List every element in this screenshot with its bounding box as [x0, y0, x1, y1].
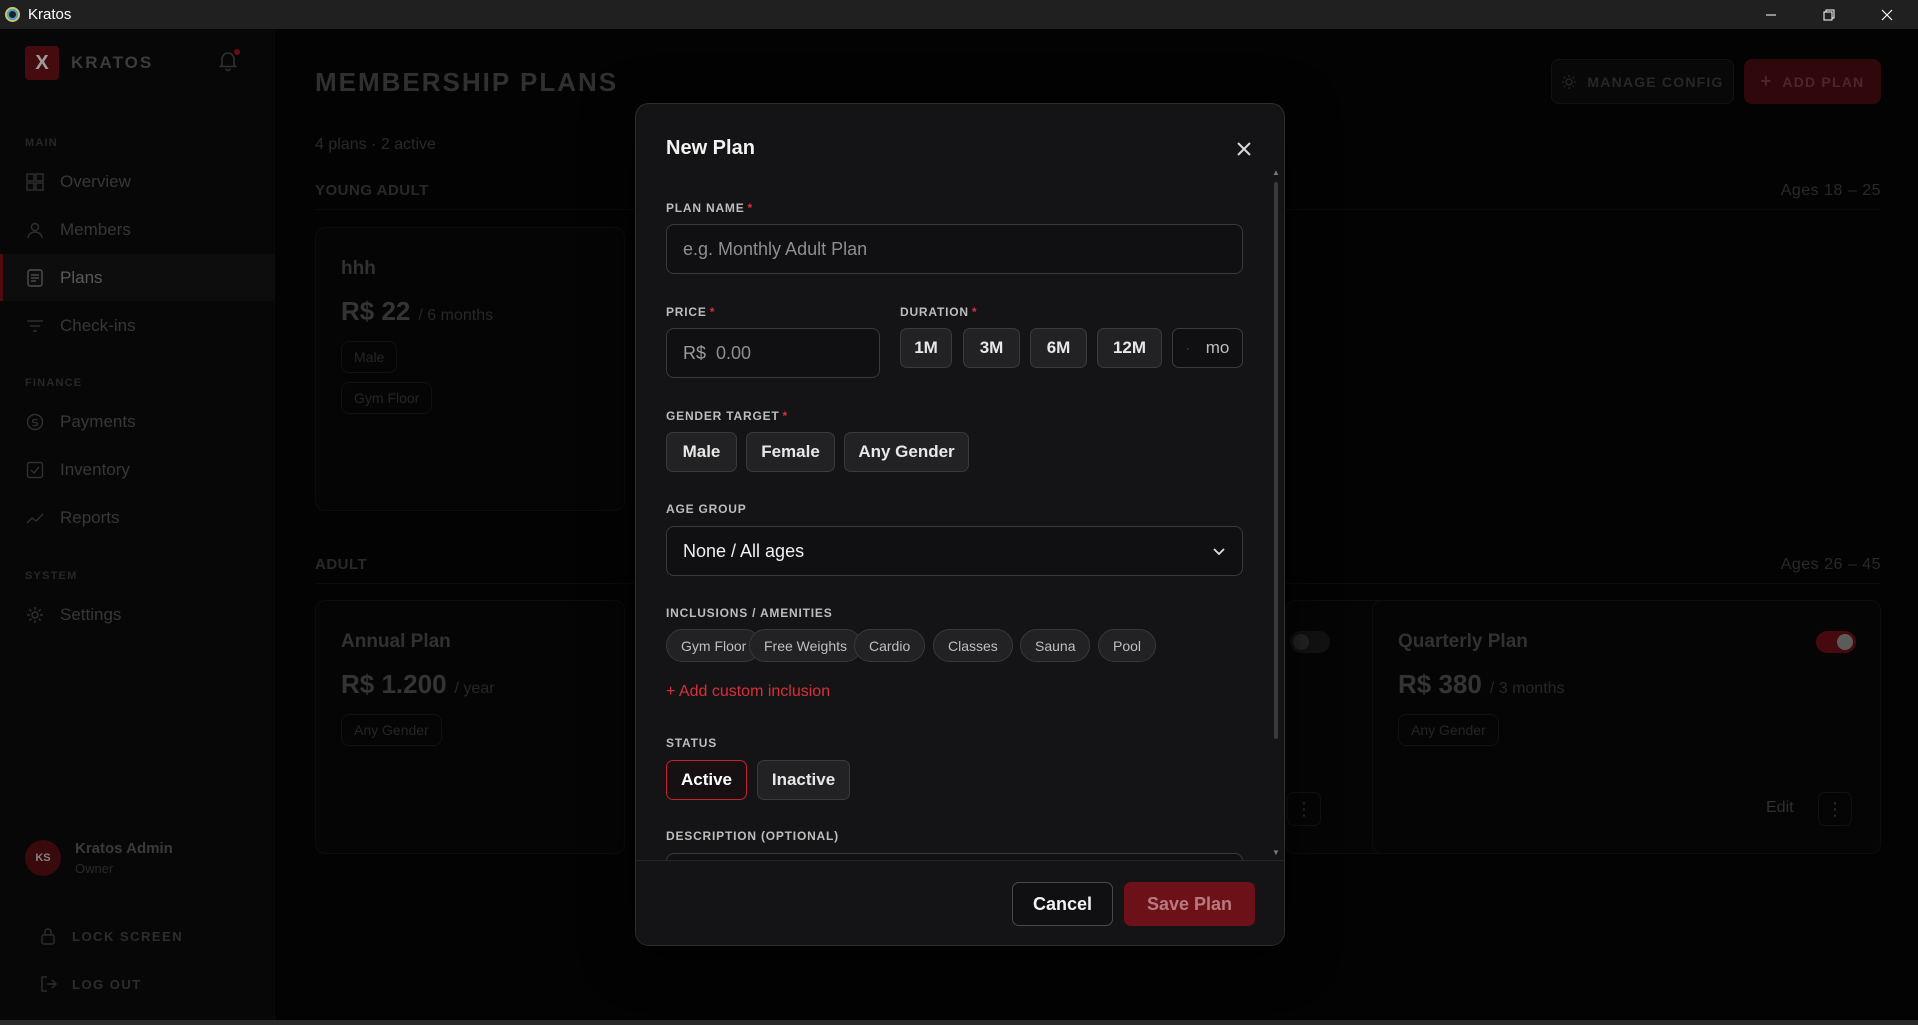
age-group-value: None / All ages	[683, 540, 805, 561]
currency-prefix: R$	[683, 342, 707, 363]
close-icon	[1881, 9, 1893, 20]
chevron-down-icon	[1213, 548, 1225, 556]
app-logo-icon	[5, 7, 20, 22]
inclusion-chip[interactable]: Cardio	[854, 629, 926, 662]
description-label: DESCRIPTION (OPTIONAL)	[666, 829, 839, 843]
plan-name-label: PLAN NAME *	[666, 201, 754, 215]
duration-1m-button[interactable]: 1M	[900, 328, 952, 368]
custom-duration-unit: mo	[1205, 338, 1230, 357]
scroll-up-arrow[interactable]: ▲	[1272, 168, 1280, 177]
inclusion-chip[interactable]: Sauna	[1020, 629, 1091, 662]
restore-icon	[1823, 9, 1835, 20]
add-custom-inclusion-link[interactable]: + Add custom inclusion	[666, 683, 830, 701]
duration-12m-button[interactable]: 12M	[1097, 328, 1162, 368]
inclusion-chip[interactable]: Gym Floor	[666, 629, 762, 662]
price-label: PRICE *	[666, 305, 716, 319]
duration-label: DURATION *	[900, 305, 978, 319]
minimize-icon	[1766, 14, 1776, 15]
age-group-select[interactable]: None / All ages	[666, 526, 1243, 576]
window-titlebar: Kratos	[0, 0, 1918, 29]
inclusion-chip[interactable]: Pool	[1098, 629, 1157, 662]
price-placeholder: 0.00	[716, 342, 752, 363]
new-plan-modal: New Plan ▲ ▼ PLAN NAME * e.g. Monthly Adu…	[635, 103, 1285, 946]
custom-duration-input[interactable]: · mo	[1172, 328, 1243, 368]
modal-close-button[interactable]	[1230, 135, 1258, 163]
inclusion-chip[interactable]: Classes	[933, 629, 1013, 662]
inclusion-chip[interactable]: Free Weights	[749, 629, 862, 662]
save-plan-button[interactable]: Save Plan	[1124, 882, 1255, 926]
status-label: STATUS	[666, 736, 718, 750]
minimize-button[interactable]	[1742, 0, 1800, 29]
scroll-down-arrow[interactable]: ▼	[1272, 848, 1280, 857]
gender-male-button[interactable]: Male	[666, 432, 737, 472]
scrollbar-thumb[interactable]	[1274, 182, 1278, 739]
age-group-label: AGE GROUP	[666, 502, 747, 516]
custom-duration-value: ·	[1185, 341, 1190, 355]
modal-title: New Plan	[666, 137, 755, 159]
modal-footer: Cancel Save Plan	[636, 860, 1284, 945]
price-input[interactable]: R$ 0.00	[666, 328, 880, 378]
cancel-button[interactable]: Cancel	[1012, 882, 1113, 926]
close-window-button[interactable]	[1858, 0, 1916, 29]
plan-name-input[interactable]: e.g. Monthly Adult Plan	[666, 224, 1243, 274]
gender-any-button[interactable]: Any Gender	[844, 432, 969, 472]
duration-6m-button[interactable]: 6M	[1030, 328, 1087, 368]
status-inactive-button[interactable]: Inactive	[757, 760, 850, 800]
window-bottom-edge	[0, 1020, 1918, 1025]
close-icon	[1237, 142, 1251, 156]
duration-3m-button[interactable]: 3M	[963, 328, 1020, 368]
gender-female-button[interactable]: Female	[746, 432, 835, 472]
status-active-button[interactable]: Active	[666, 760, 747, 800]
window-title: Kratos	[28, 6, 72, 23]
restore-button[interactable]	[1800, 0, 1858, 29]
gender-target-label: GENDER TARGET *	[666, 409, 788, 423]
inclusions-label: INCLUSIONS / AMENITIES	[666, 606, 833, 620]
plan-name-placeholder: e.g. Monthly Adult Plan	[683, 238, 868, 259]
modal-scrollbar[interactable]: ▲ ▼	[1272, 168, 1280, 858]
